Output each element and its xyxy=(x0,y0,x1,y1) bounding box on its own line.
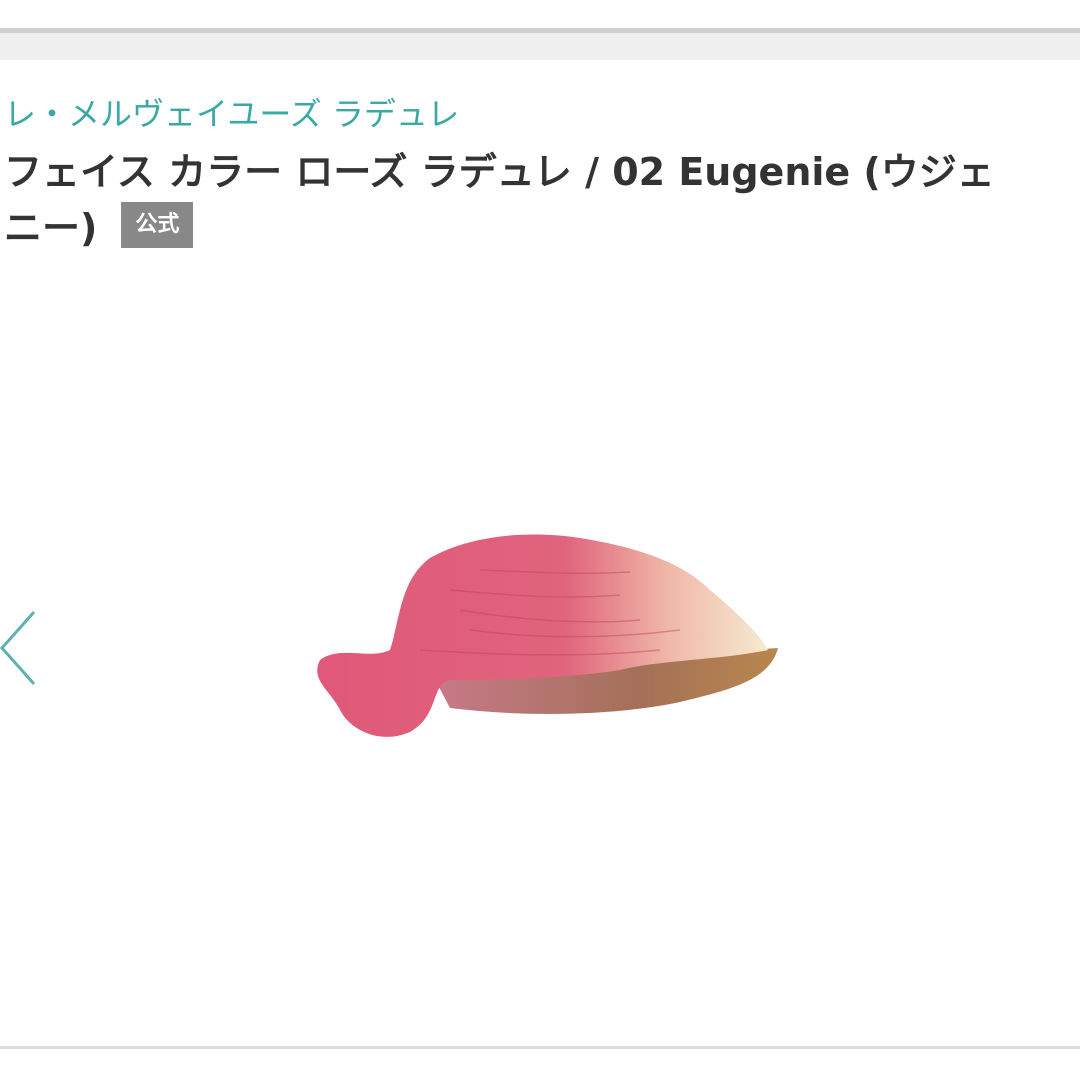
bottom-divider xyxy=(0,1046,1080,1049)
top-bar xyxy=(0,28,1080,60)
official-badge: 公式 xyxy=(121,201,194,248)
brand-link[interactable]: レ・メルヴェイユーズ ラデュレ xyxy=(4,94,459,134)
product-page: レ・メルヴェイユーズ ラデュレ フェイス カラー ローズ ラデュレ / 02 E… xyxy=(0,0,1080,1080)
chevron-left-icon xyxy=(0,611,36,685)
product-title: フェイス カラー ローズ ラデュレ / 02 Eugenie (ウジェ ニー) 公… xyxy=(4,144,1080,256)
product-image xyxy=(317,534,778,737)
gallery-prev-button[interactable] xyxy=(0,608,40,688)
product-image-gallery[interactable] xyxy=(0,290,1080,1030)
product-title-line-2: ニー) 公式 xyxy=(4,200,1080,256)
product-title-line-2-text: ニー) xyxy=(4,206,98,250)
product-title-line-1: フェイス カラー ローズ ラデュレ / 02 Eugenie (ウジェ xyxy=(4,150,995,194)
